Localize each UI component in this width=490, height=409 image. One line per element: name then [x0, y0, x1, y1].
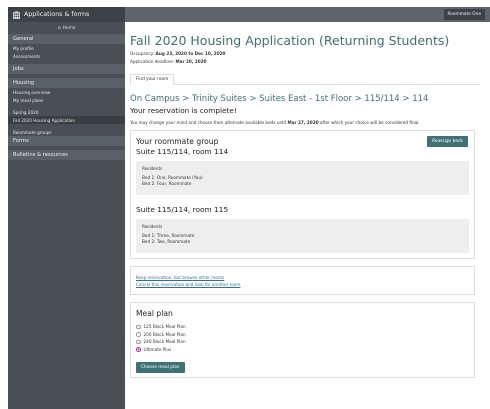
- sidebar-item-fall-2020-application[interactable]: Fall 2020 Housing Application: [8, 116, 125, 124]
- residents-box-114: Residents Bed 1: One, Roommate (You) Bed…: [136, 161, 469, 195]
- suite-title-115: Suite 115/114, room 115: [136, 205, 229, 214]
- page-title: Fall 2020 Housing Application (Returning…: [130, 33, 450, 48]
- main-content: Fall 2020 Housing Application (Returning…: [130, 22, 480, 378]
- radio-button[interactable]: [136, 339, 141, 344]
- radio-button[interactable]: [136, 324, 141, 329]
- bed-entry: Bed 2: Four, Roommate: [142, 181, 192, 186]
- roommate-group-title: Your roommate group: [136, 137, 219, 146]
- meal-plan-title: Meal plan: [136, 309, 173, 318]
- change-deadline-note: You may change your mind and choose from…: [130, 120, 480, 125]
- top-bar: Roommate One: [125, 7, 490, 22]
- meal-option-label: Ultimate Plus: [143, 346, 172, 352]
- note-date: Mar 27, 2020: [287, 120, 319, 125]
- note-text-pre: You may change your mind and choose from…: [130, 120, 287, 125]
- occupancy-value: Aug 23, 2020 to Dec 10, 2020: [155, 51, 226, 56]
- meal-option-125[interactable]: 125 Block Meal Plan: [136, 323, 469, 331]
- suite-title-114: Suite 115/114, room 114: [136, 147, 229, 156]
- reservation-complete-message: Your reservation is complete!: [130, 106, 237, 115]
- residents-label: Residents: [142, 224, 163, 229]
- tab-find-your-room[interactable]: Find your room: [130, 74, 175, 85]
- sidebar-home-label: Home: [62, 25, 76, 31]
- tab-bar: Find your room: [130, 74, 480, 85]
- sidebar: Applications & forms ⌂ Home General My p…: [8, 7, 125, 409]
- app-title: Applications & forms: [24, 11, 90, 18]
- roommate-group-card: Your roommate group Reassign beds Suite …: [130, 130, 475, 259]
- sidebar-item-roommate-groups[interactable]: Roommate groups: [8, 128, 125, 136]
- choose-meal-plan-button[interactable]: Choose meal plan: [136, 362, 185, 373]
- residents-label: Residents: [142, 166, 163, 171]
- reassign-beds-button[interactable]: Reassign beds: [427, 136, 468, 147]
- sidebar-section-general[interactable]: General: [8, 34, 125, 44]
- sidebar-item-my-meal-plans[interactable]: My meal plans: [8, 96, 125, 104]
- occupancy-info: Occupancy: Aug 23, 2020 to Dec 10, 2020: [130, 51, 480, 56]
- meal-option-label: 125 Block Meal Plan: [143, 324, 186, 329]
- app-header[interactable]: Applications & forms: [8, 7, 125, 22]
- sidebar-home[interactable]: ⌂ Home: [8, 22, 125, 34]
- deadline-label: Application deadline:: [130, 59, 175, 64]
- bed-entry: Bed 2: Two, Roommate: [142, 239, 191, 244]
- radio-button-selected[interactable]: [136, 347, 141, 352]
- radio-button[interactable]: [136, 332, 141, 337]
- meal-option-ultimate-plus[interactable]: Ultimate Plus: [136, 346, 469, 354]
- sidebar-section-jobs[interactable]: Jobs: [8, 64, 125, 74]
- occupancy-label: Occupancy:: [130, 51, 155, 56]
- user-menu-button[interactable]: Roommate One: [443, 9, 485, 20]
- keep-reservation-link[interactable]: Keep reservation, but browse other rooms: [136, 274, 469, 281]
- sidebar-section-bulletins[interactable]: Bulletins & resources: [8, 150, 125, 160]
- building-icon: [12, 10, 21, 19]
- meal-option-label: 240 Block Meal Plan: [143, 339, 186, 344]
- deadline-value: Mar 20, 2020: [175, 59, 207, 64]
- meal-plan-card: Meal plan 125 Block Meal Plan 200 Block …: [130, 302, 475, 378]
- meal-option-label: 200 Block Meal Plan: [143, 331, 186, 337]
- deadline-info: Application deadline: Mar 20, 2020: [130, 59, 480, 64]
- sidebar-item-housing-overview[interactable]: Housing overview: [8, 88, 125, 96]
- sidebar-section-forms[interactable]: Forms: [8, 136, 125, 146]
- sidebar-item-assessments[interactable]: Assessments: [8, 52, 125, 60]
- home-icon: ⌂: [57, 25, 61, 31]
- meal-option-240[interactable]: 240 Block Meal Plan: [136, 338, 469, 346]
- meal-option-200[interactable]: 200 Block Meal Plan: [136, 331, 469, 339]
- reservation-actions-card: Keep reservation, but browse other rooms…: [130, 266, 475, 295]
- sidebar-item-my-profile[interactable]: My profile: [8, 44, 125, 52]
- cancel-reservation-link[interactable]: Cancel this reservation and look for ano…: [136, 281, 469, 288]
- breadcrumb: On Campus > Trinity Suites > Suites East…: [130, 94, 429, 104]
- sidebar-section-housing[interactable]: Housing: [8, 78, 125, 88]
- note-text-post: after which your choice will be consider…: [319, 120, 420, 125]
- residents-box-115: Residents Bed 1: Three, Roommate Bed 2: …: [136, 219, 469, 253]
- sidebar-item-term[interactable]: Spring 2020: [8, 108, 125, 116]
